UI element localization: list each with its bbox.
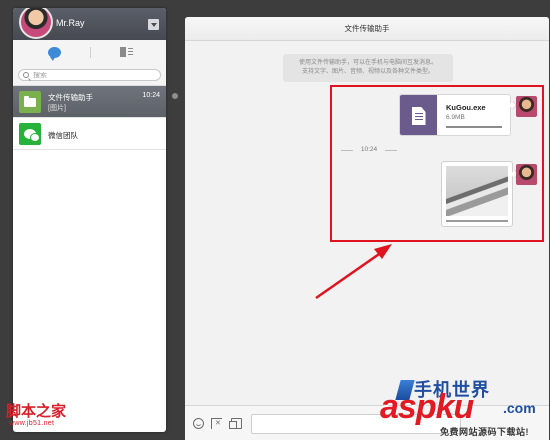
file-progress-fill (446, 126, 502, 128)
file-message[interactable]: KuGou.exe 6.9MB (399, 94, 511, 136)
chat-item-time: 10:24 (142, 92, 160, 99)
chat-tab-icon[interactable] (47, 46, 61, 61)
chevron-down-icon[interactable] (148, 19, 159, 30)
conversation-title: 文件传输助手 (185, 17, 549, 41)
watermark-slogan: 免费网站源码下载站! (440, 427, 529, 437)
panel-resize-handle[interactable] (172, 93, 178, 99)
file-transfer-avatar (19, 91, 41, 113)
search-icon (23, 72, 29, 78)
system-notice: 使用文件传输助手，可以在手机与电脑间互发消息。 支持文字、图片、音频、视频以及各… (283, 54, 453, 82)
image-message[interactable] (441, 161, 513, 227)
chat-item-wechat-team[interactable]: 微信团队 (13, 118, 166, 150)
emoji-icon[interactable] (193, 418, 204, 429)
chat-item-preview: [图片] (48, 105, 66, 112)
notice-line: 使用文件传输助手，可以在手机与电脑间互发消息。 (298, 60, 437, 66)
chat-list-panel: Mr.Ray 文件传输助手 10:24 [图片] 微信团队 (13, 8, 166, 432)
sender-avatar[interactable] (516, 96, 537, 117)
watermark-logo-right: aspku (380, 388, 474, 426)
conversation-panel: 文件传输助手 使用文件传输助手，可以在手机与电脑间互发消息。 支持文字、图片、音… (185, 17, 549, 440)
time-separator: 10:24 (341, 146, 397, 153)
file-progress-bar (446, 126, 502, 128)
search-area (13, 64, 166, 86)
watermark-logo-left: 脚本之家 (6, 402, 67, 420)
file-type-icon-box (400, 95, 437, 135)
search-input[interactable] (33, 71, 143, 79)
tab-divider (89, 46, 91, 58)
notice-line: 支持文字、图片、音频、视频以及各种文件类型。 (301, 69, 434, 75)
search-box[interactable] (18, 69, 161, 81)
chat-item-file-transfer[interactable]: 文件传输助手 10:24 [图片] (13, 86, 166, 118)
watermark-url-left: www.jb51.net (9, 420, 55, 427)
wechat-logo-icon (24, 129, 40, 142)
chat-item-name: 微信团队 (48, 131, 78, 140)
user-avatar[interactable] (19, 8, 53, 39)
profile-bar: Mr.Ray (13, 8, 166, 40)
tab-bar (13, 40, 166, 64)
sender-avatar[interactable] (516, 164, 537, 185)
contacts-tab-icon[interactable] (119, 47, 133, 57)
watermark-dotcom: .com (503, 400, 536, 416)
screenshot-icon[interactable] (211, 418, 222, 429)
wechat-team-avatar (19, 123, 41, 145)
image-progress-bar (446, 220, 508, 222)
file-name: KuGou.exe (446, 103, 486, 112)
profile-name: Mr.Ray (56, 18, 85, 28)
image-thumbnail[interactable] (446, 166, 508, 216)
folder-icon (24, 95, 36, 107)
chat-item-name: 文件传输助手 (48, 93, 93, 102)
send-file-icon[interactable] (229, 418, 242, 429)
file-doc-icon (411, 107, 426, 125)
file-size: 6.9MB (446, 114, 465, 121)
